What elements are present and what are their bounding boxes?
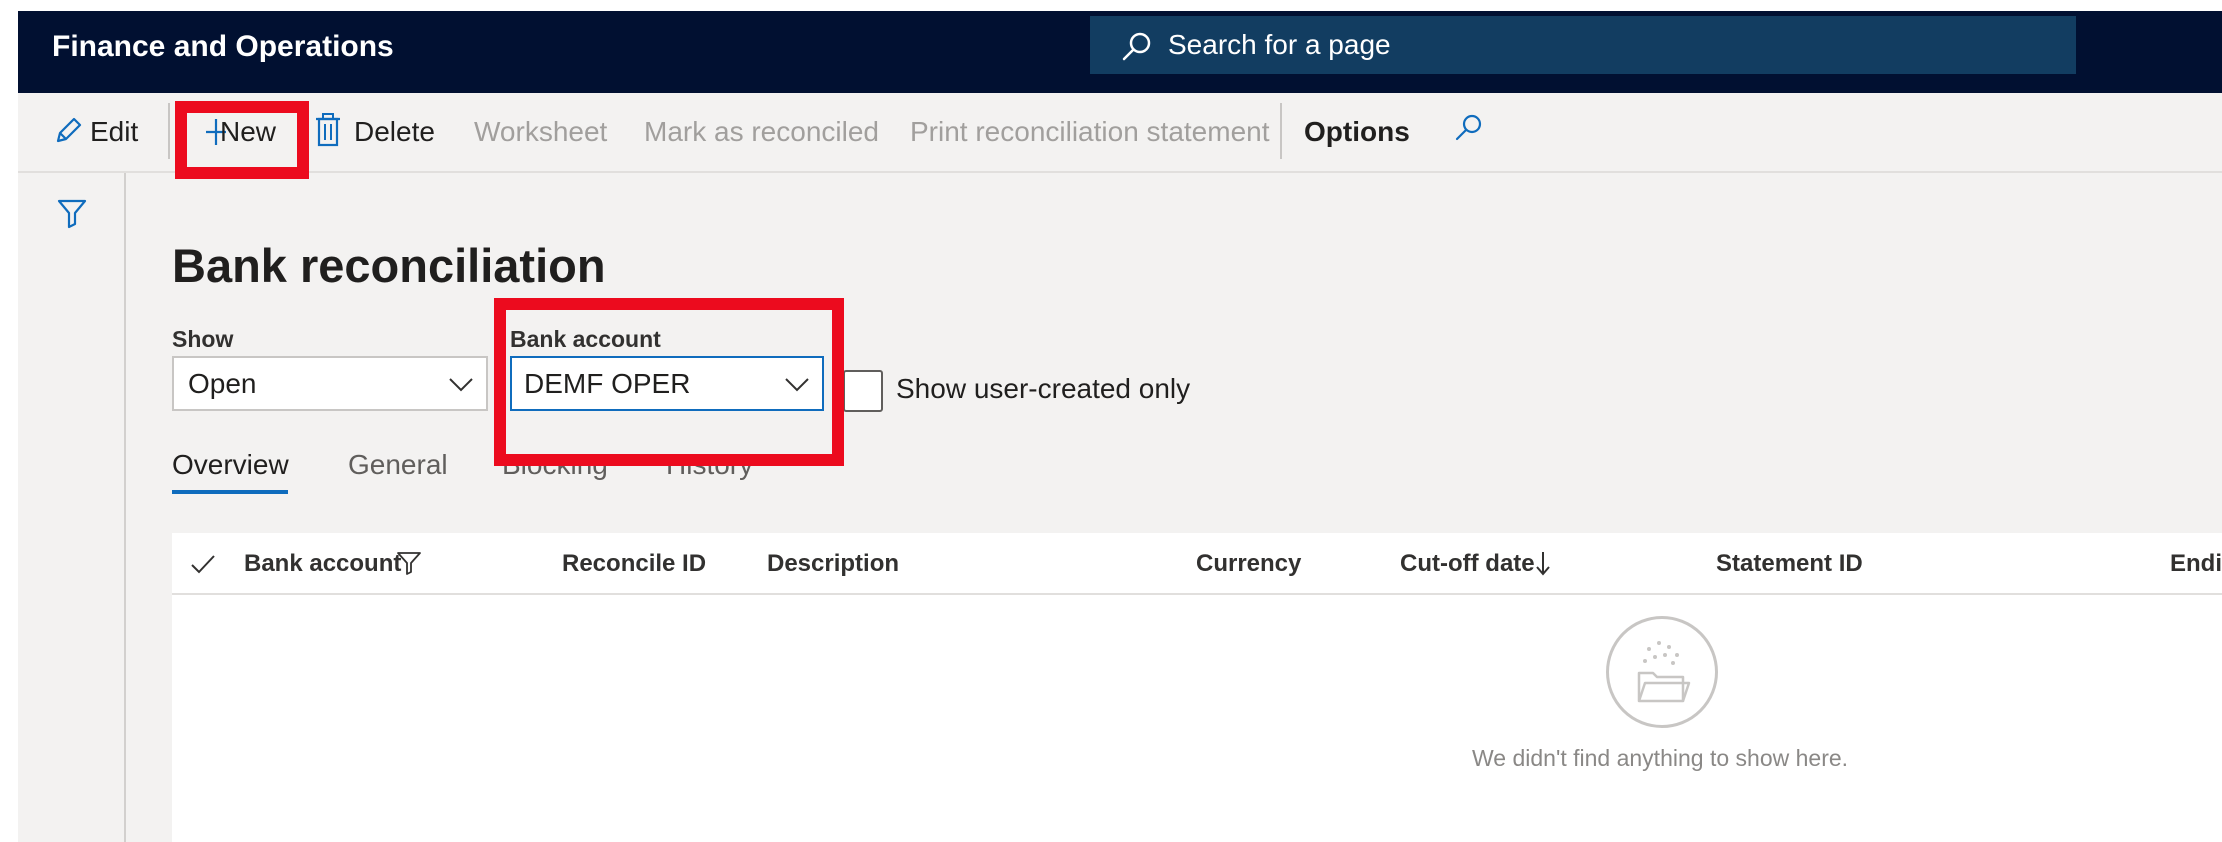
print-reconciliation-statement-button[interactable]: Print reconciliation statement	[910, 115, 1270, 149]
left-filter-rail	[18, 173, 126, 842]
trash-icon	[316, 113, 340, 147]
worksheet-button[interactable]: Worksheet	[474, 115, 607, 149]
column-cut-off-date[interactable]: Cut-off date	[1400, 550, 1535, 578]
pencil-icon	[56, 117, 82, 143]
delete-label: Delete	[354, 116, 435, 147]
divider	[168, 103, 170, 159]
filter-icon[interactable]	[56, 197, 88, 229]
show-label: Show	[172, 326, 234, 352]
filter-icon[interactable]	[396, 550, 422, 576]
column-description[interactable]: Description	[767, 550, 899, 578]
divider	[1280, 103, 1282, 159]
search-box[interactable]: Search for a page	[1090, 16, 2076, 74]
empty-folder-icon	[1637, 641, 1691, 703]
mark-as-reconciled-button[interactable]: Mark as reconciled	[644, 115, 879, 149]
options-tab[interactable]: Options	[1304, 115, 1410, 149]
edit-label: Edit	[90, 116, 139, 147]
action-pane: Edit New Delete Worksheet Mark as reconc…	[18, 93, 2222, 173]
highlight-bank-account	[494, 298, 844, 466]
highlight-new-button	[175, 101, 309, 179]
tab-overview[interactable]: Overview	[172, 449, 289, 481]
active-tab-indicator	[172, 490, 288, 494]
column-reconcile-id[interactable]: Reconcile ID	[562, 550, 706, 578]
empty-state-illustration	[1606, 616, 1718, 728]
chevron-down-icon	[449, 378, 473, 392]
show-user-created-checkbox[interactable]	[843, 370, 883, 412]
sort-down-icon	[1536, 552, 1550, 576]
search-icon[interactable]	[1454, 113, 1484, 143]
show-dropdown[interactable]: Open	[172, 356, 488, 411]
column-statement-id[interactable]: Statement ID	[1716, 550, 1863, 578]
column-currency[interactable]: Currency	[1196, 550, 1301, 578]
show-value: Open	[188, 368, 257, 399]
column-ending[interactable]: Endir	[2170, 550, 2222, 578]
empty-state-message: We didn't find anything to show here.	[1472, 745, 1849, 771]
app-title[interactable]: Finance and Operations	[52, 30, 394, 64]
column-bank-account[interactable]: Bank account	[244, 550, 401, 578]
show-user-created-label: Show user-created only	[896, 373, 1191, 404]
checkmark-icon[interactable]	[190, 553, 216, 575]
search-placeholder: Search for a page	[1168, 29, 1391, 60]
search-icon	[1122, 32, 1151, 61]
page-title: Bank reconciliation	[172, 239, 606, 292]
tab-general[interactable]: General	[348, 449, 448, 481]
